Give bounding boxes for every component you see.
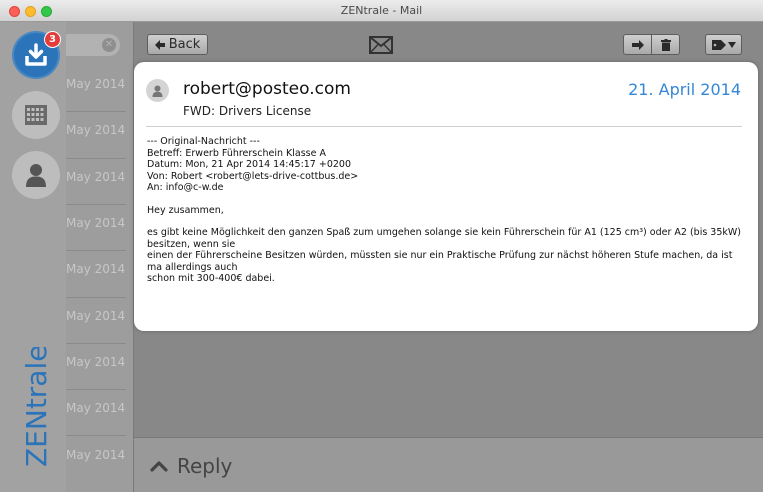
search-input[interactable]: ✕ xyxy=(66,34,120,56)
body-line: Von: Robert <robert@lets-drive-cottbus.d… xyxy=(147,170,359,182)
search-clear-icon[interactable]: ✕ xyxy=(102,38,116,52)
message-view: Back robert@posteo.com 21. April 2014 FW… xyxy=(134,22,763,492)
message-date: 21. April 2014 xyxy=(628,80,741,99)
list-separator xyxy=(66,111,126,112)
list-item-date[interactable]: May 2014 xyxy=(66,123,125,137)
title-bar: ZENtrale - Mail xyxy=(0,0,763,22)
person-icon xyxy=(26,164,46,187)
body-line: An: info@c-w.de xyxy=(147,182,224,193)
header-divider xyxy=(146,126,742,127)
tag-button[interactable] xyxy=(705,34,742,55)
sender-email[interactable]: robert@posteo.com xyxy=(183,79,351,99)
list-item-date[interactable]: May 2014 xyxy=(66,77,125,91)
window-title: ZENtrale - Mail xyxy=(340,4,423,17)
inbox-unread-badge: 3 xyxy=(44,31,61,48)
forward-icon xyxy=(631,39,644,50)
mail-icon xyxy=(369,36,393,54)
message-subject: FWD: Drivers License xyxy=(183,104,312,118)
body-line: schon mit 300-400€ dabei. xyxy=(147,273,275,284)
forward-button[interactable] xyxy=(623,34,652,55)
list-item-date[interactable]: May 2014 xyxy=(66,262,125,276)
toolbar: Back xyxy=(134,22,763,62)
zentrale-logo: ZENtrale xyxy=(20,347,53,467)
body-line: es gibt keine Möglichkeit den ganzen Spa… xyxy=(147,227,741,250)
svg-text:ZENtrale: ZENtrale xyxy=(20,347,53,467)
reply-button[interactable]: Reply xyxy=(150,454,232,478)
message-body: --- Original-Nachricht --- Betreff: Erwe… xyxy=(147,136,747,285)
list-item-date[interactable]: May 2014 xyxy=(66,309,125,323)
list-item-date[interactable]: May 2014 xyxy=(66,216,125,230)
sender-avatar xyxy=(146,79,169,102)
list-item-date[interactable]: May 2014 xyxy=(66,448,125,462)
message-list: ✕ May 2014 May 2014 May 2014 May 2014 Ma… xyxy=(66,22,134,492)
reply-label: Reply xyxy=(177,454,233,478)
list-separator xyxy=(66,435,126,436)
back-label: Back xyxy=(168,37,201,52)
nav-calendar-button[interactable] xyxy=(12,91,60,139)
inbox-download-icon xyxy=(25,43,47,66)
list-separator xyxy=(66,250,126,251)
body-line: Datum: Mon, 21 Apr 2014 14:45:17 +0200 xyxy=(147,159,352,170)
list-item-date[interactable]: May 2014 xyxy=(66,401,125,415)
person-icon xyxy=(152,85,163,97)
delete-button[interactable] xyxy=(651,34,680,55)
list-separator xyxy=(66,297,126,298)
trash-icon xyxy=(660,38,671,51)
list-separator xyxy=(66,389,126,390)
body-line: Hey zusammen, xyxy=(147,204,224,216)
nav-contacts-button[interactable] xyxy=(12,151,60,199)
list-separator xyxy=(66,204,126,205)
chevron-down-icon xyxy=(727,41,736,48)
message-card: robert@posteo.com 21. April 2014 FWD: Dr… xyxy=(134,62,758,331)
body-line: einen der Führerscheine Besitzen würden,… xyxy=(147,250,733,273)
reply-bar: Reply xyxy=(134,437,763,492)
chevron-up-icon xyxy=(150,461,168,472)
list-separator xyxy=(66,343,126,344)
back-arrow-icon xyxy=(154,39,165,50)
body-line: --- Original-Nachricht --- xyxy=(147,136,260,147)
list-separator xyxy=(66,158,126,159)
back-button[interactable]: Back xyxy=(147,34,208,55)
list-item-date[interactable]: May 2014 xyxy=(66,355,125,369)
app-sidebar: 3 ZENtrale xyxy=(0,22,66,492)
list-item-date[interactable]: May 2014 xyxy=(66,170,125,184)
body-line: Betreff: Erwerb Führerschein Klasse A xyxy=(147,147,326,159)
calendar-icon xyxy=(25,105,47,125)
tag-icon xyxy=(711,39,726,50)
